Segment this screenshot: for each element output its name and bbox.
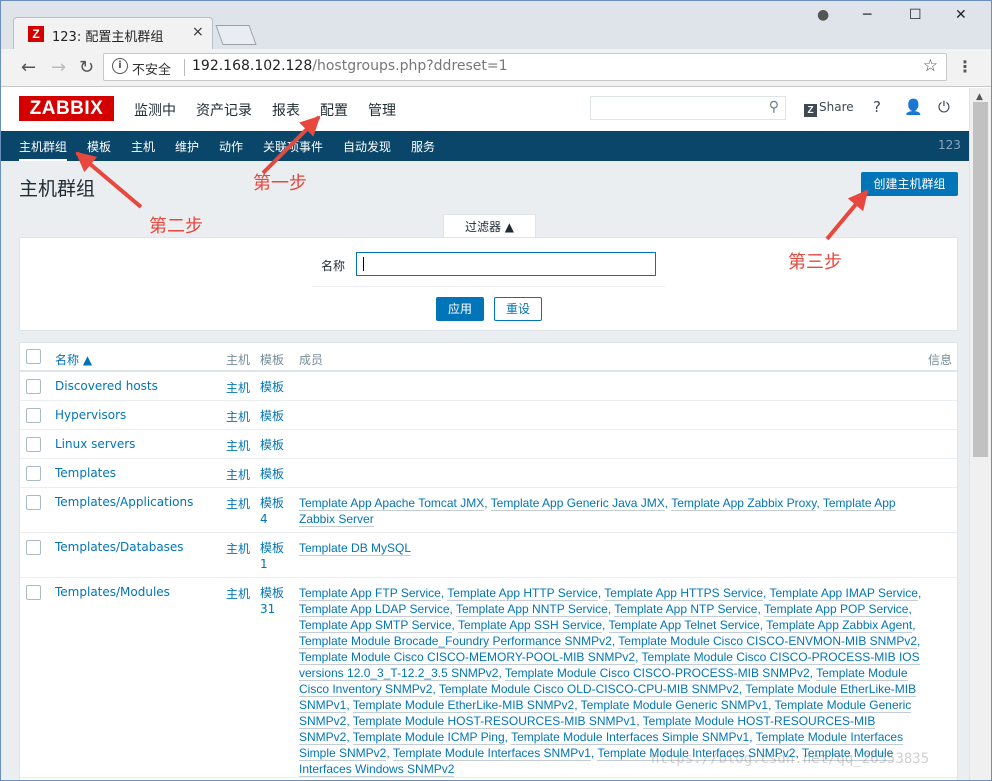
watermark: https://blog.csdn.net/qq_26553835	[651, 751, 930, 767]
arrow-step3	[825, 189, 869, 241]
annotation-step3: 第三步	[788, 252, 842, 273]
arrow-step2	[75, 151, 143, 209]
browser-window: Z 123: 配置主机群组 × ● ─ ☐ ✕ ← → ↻ i 不安全 192.…	[0, 0, 992, 781]
annotation-step1: 第一步	[253, 173, 307, 194]
annotation-arrows	[75, 115, 869, 241]
annotation-step2: 第二步	[149, 216, 203, 237]
arrow-step1	[261, 115, 321, 175]
